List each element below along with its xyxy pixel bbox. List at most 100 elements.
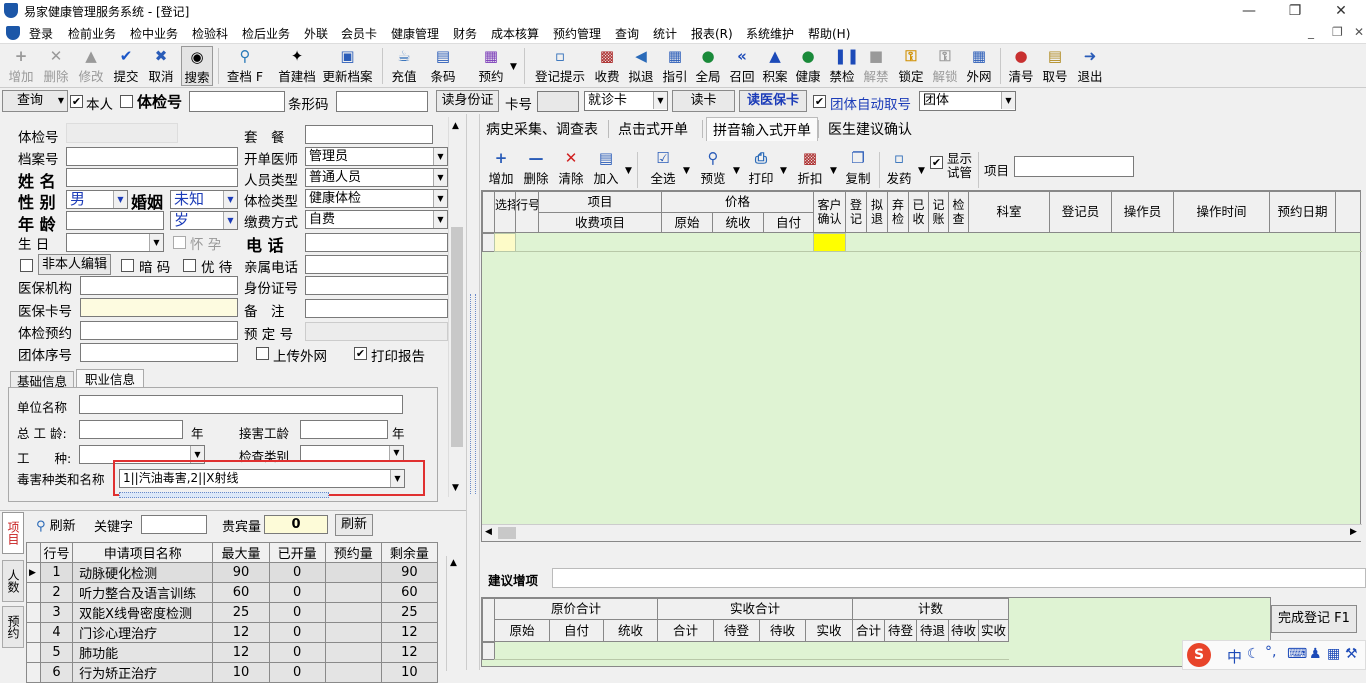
- total-years-input[interactable]: [79, 420, 183, 439]
- item-search-input[interactable]: [1014, 156, 1134, 177]
- secret-checkbox[interactable]: [121, 259, 134, 272]
- menu-in-exam[interactable]: 检中业务: [130, 25, 178, 42]
- menu-statistics[interactable]: 统计: [653, 25, 677, 42]
- recharge-button[interactable]: ☕ 充值: [389, 46, 419, 86]
- menu-query[interactable]: 查询: [615, 25, 639, 42]
- not-self-edit-button[interactable]: 非本人编辑: [38, 254, 111, 275]
- punct-icon[interactable]: °,: [1265, 644, 1276, 660]
- forbid-button[interactable]: ❚❚ 禁检: [827, 46, 859, 86]
- lock-button[interactable]: ⚿ 锁定: [896, 46, 926, 86]
- unlock-button[interactable]: ⚿ 解锁: [930, 46, 960, 86]
- menu-outreach[interactable]: 外联: [304, 25, 328, 42]
- self-checkbox[interactable]: ✔: [70, 95, 83, 108]
- barcode-button[interactable]: ▤ 条码: [426, 46, 460, 86]
- menu-member-card[interactable]: 会员卡: [341, 25, 377, 42]
- health-button[interactable]: ● 健康: [793, 46, 823, 86]
- remark-input[interactable]: [305, 299, 448, 318]
- exit-button[interactable]: ➜ 退出: [1075, 46, 1105, 86]
- scroll-down-icon[interactable]: ▼: [452, 483, 459, 493]
- preview-dropdown-icon[interactable]: ▼: [733, 166, 740, 176]
- table-row[interactable]: 6 行为矫正治疗 10 0 10: [25, 662, 439, 683]
- company-input[interactable]: [79, 395, 403, 414]
- selall-dropdown-icon[interactable]: ▼: [683, 166, 690, 176]
- menu-health-mgmt[interactable]: 健康管理: [391, 25, 439, 42]
- moon-icon[interactable]: ☾: [1247, 646, 1260, 662]
- show-trial-checkbox[interactable]: ✔: [930, 156, 943, 169]
- person-type-select[interactable]: 普通人员 ▼: [305, 168, 448, 187]
- card-no-input[interactable]: [537, 91, 579, 112]
- scroll-up-icon[interactable]: ▲: [450, 558, 457, 568]
- query-mode-select[interactable]: 查询 ▼: [2, 90, 68, 112]
- tab-pinyin-order[interactable]: 拼音输入式开单: [706, 117, 818, 141]
- refund-button[interactable]: ◀ 拟退: [626, 46, 656, 86]
- age-unit-select[interactable]: 岁 ▼: [170, 211, 238, 230]
- menu-cost[interactable]: 成本核算: [491, 25, 539, 42]
- auto-group-checkbox[interactable]: ✔: [813, 95, 826, 108]
- menu-finance[interactable]: 财务: [453, 25, 477, 42]
- close-button[interactable]: ✕: [1318, 0, 1364, 22]
- pregnant-checkbox[interactable]: [173, 236, 186, 249]
- keyboard-icon[interactable]: ⌨: [1287, 646, 1307, 662]
- vtab-items[interactable]: 项目: [2, 512, 24, 554]
- sogou-logo-icon[interactable]: S: [1187, 643, 1211, 667]
- card-type-select[interactable]: 就诊卡 ▼: [584, 91, 668, 111]
- menu-reservation[interactable]: 预约管理: [553, 25, 601, 42]
- build-file-button[interactable]: ✦ 首建档: [277, 46, 317, 86]
- restore-button[interactable]: ❐: [1272, 0, 1318, 22]
- med-org-input[interactable]: [80, 276, 238, 295]
- scroll-right-icon[interactable]: ▶: [1350, 527, 1357, 537]
- row-indicator[interactable]: [25, 642, 42, 663]
- ime-toolbar[interactable]: S 中 ☾ °, ⌨ ♟ ▦ ⚒: [1182, 640, 1366, 670]
- select-all-button[interactable]: ☑ 全选: [648, 148, 678, 188]
- phone-input[interactable]: [305, 233, 448, 252]
- package-input[interactable]: [305, 125, 433, 144]
- splitter-grip[interactable]: [470, 294, 476, 494]
- table-row[interactable]: 5 肺功能 12 0 12: [25, 642, 439, 663]
- priority-checkbox[interactable]: [183, 259, 196, 272]
- form-scrollbar[interactable]: ▲ ▼: [448, 117, 464, 497]
- copy-button[interactable]: ❐ 复制: [843, 148, 873, 188]
- doctor-select[interactable]: 管理员 ▼: [305, 147, 448, 166]
- join-dropdown-icon[interactable]: ▼: [625, 166, 632, 176]
- name-input[interactable]: [66, 168, 238, 187]
- app-menu-icon[interactable]: [6, 26, 20, 40]
- menu-help[interactable]: 帮助(H): [808, 25, 850, 42]
- pay-select[interactable]: 自费 ▼: [305, 210, 448, 229]
- print-button[interactable]: ⎙ 打印: [746, 148, 776, 188]
- tab-history-survey[interactable]: 病史采集、调查表: [480, 117, 604, 141]
- grid-hscrollbar[interactable]: ◀ ▶: [482, 524, 1362, 541]
- menu-post-exam[interactable]: 检后业务: [242, 25, 290, 42]
- hazard-select[interactable]: 1||汽油毒害,2||X射线 ▼: [119, 469, 405, 488]
- charge-button[interactable]: ▩ 收费: [592, 46, 622, 86]
- quota-scrollbar[interactable]: ▲: [446, 556, 462, 671]
- return-button[interactable]: «召回: [727, 46, 757, 86]
- relative-phone-input[interactable]: [305, 255, 448, 274]
- age-input[interactable]: [66, 211, 164, 230]
- ime-mode-icon[interactable]: 中: [1227, 646, 1242, 667]
- modify-button[interactable]: ▲ 修改: [76, 46, 106, 86]
- scroll-left-icon[interactable]: ◀: [485, 527, 492, 537]
- take-number-button[interactable]: ▤ 取号: [1040, 46, 1070, 86]
- tab-click-order[interactable]: 点击式开单: [612, 117, 694, 141]
- exam-no-input[interactable]: [189, 91, 285, 112]
- menu-reports[interactable]: 报表(R): [691, 25, 733, 42]
- exam-no-checkbox[interactable]: [120, 95, 133, 108]
- birth-date-picker[interactable]: ▼: [66, 233, 164, 252]
- table-row[interactable]: 4 门诊心理治疗 12 0 12: [25, 622, 439, 643]
- menu-pre-exam[interactable]: 检前业务: [68, 25, 116, 42]
- scroll-up-icon[interactable]: ▲: [452, 121, 459, 131]
- delete-button[interactable]: ✕ 删除: [41, 46, 71, 86]
- select-cell[interactable]: [494, 233, 516, 252]
- read-card-button[interactable]: 读卡: [672, 90, 735, 112]
- row-indicator[interactable]: [25, 622, 42, 643]
- lookup-button[interactable]: ⚲ 查档 F: [224, 46, 266, 86]
- apps-icon[interactable]: ▦: [1327, 646, 1340, 662]
- accumulate-button[interactable]: ▲ 积案: [760, 46, 790, 86]
- menu-maintenance[interactable]: 系统维护: [746, 25, 794, 42]
- client-confirm-cell[interactable]: [813, 233, 846, 252]
- table-row[interactable]: ▶ 1 动脉硬化检测 90 0 90: [25, 562, 439, 583]
- vtab-reserve[interactable]: 预约: [2, 606, 24, 648]
- preview-button[interactable]: ⚲ 预览: [698, 148, 728, 188]
- group-select[interactable]: 团体 ▼: [919, 91, 1016, 111]
- table-row[interactable]: 2 听力整合及语言训练 60 0 60: [25, 582, 439, 603]
